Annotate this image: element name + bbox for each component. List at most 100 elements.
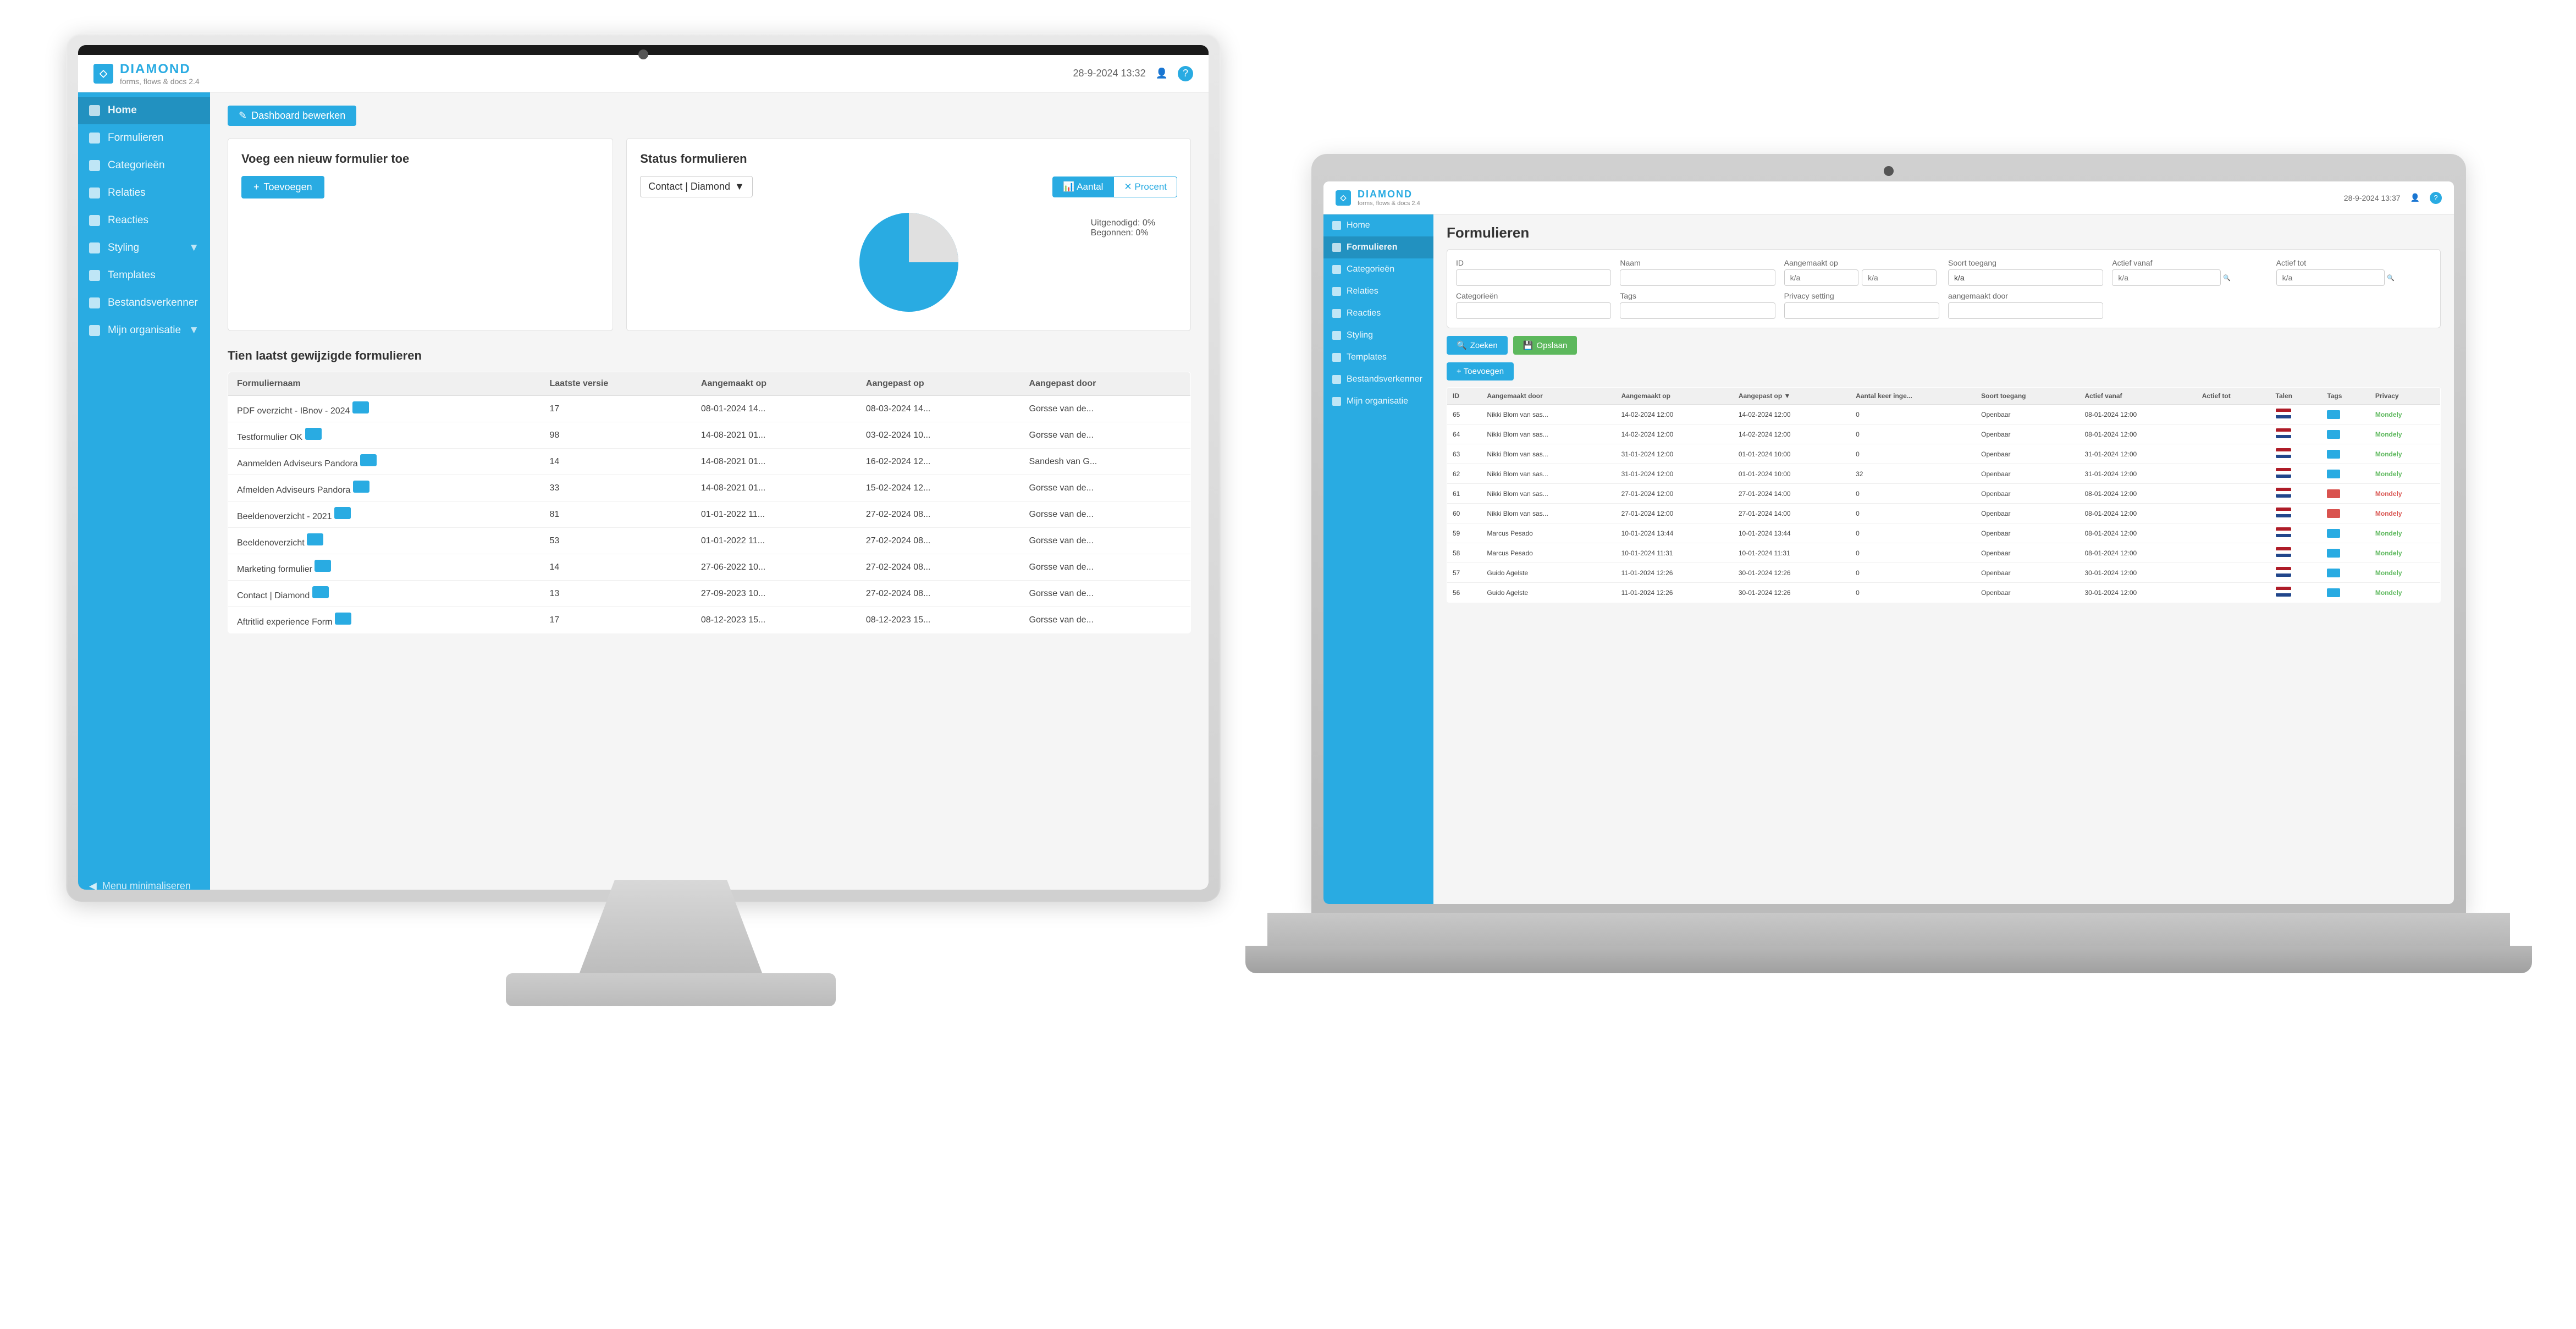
laptop-sidebar-item-home[interactable]: Home [1323,214,1433,236]
tags-edit-icon[interactable] [2327,549,2340,558]
filter-categorieen-input[interactable] [1456,302,1611,319]
tags-edit-icon[interactable] [2327,569,2340,577]
tags-edit-icon[interactable] [2327,470,2340,478]
sidebar-minimize-icon: ◀ [89,880,97,890]
edit-icon[interactable] [360,454,377,466]
tags-edit-icon-red[interactable] [2327,509,2340,518]
formulieren-add-button[interactable]: + Toevoegen [1447,362,1514,380]
tags-edit-icon-red[interactable] [2327,489,2340,498]
sidebar-item-styling[interactable]: Styling ▼ [78,234,210,262]
monitor-logo-text: DIAMOND forms, flows & docs 2.4 [120,62,200,86]
edit-icon[interactable] [315,560,331,572]
edit-icon[interactable] [352,401,369,413]
cell-keer: 0 [1850,543,1976,563]
sidebar-item-relaties[interactable]: Relaties [78,179,210,207]
col-aangepast-op[interactable]: Aangepast op ▼ [1733,388,1850,405]
dashboard-edit-label: Dashboard bewerken [251,110,345,122]
sidebar-item-categorieen[interactable]: Categorieën [78,152,210,179]
table-row: 60 Nikki Blom van sas... 27-01-2024 12:0… [1447,504,2441,523]
cell-id: 57 [1447,563,1482,583]
col-aangemaakt-op: Aangemaakt op [1616,388,1733,405]
filter-soort-select[interactable]: k/a Openbaar [1948,269,2103,286]
dropdown-value: Contact | Diamond [648,181,730,192]
flag-nl-icon [2276,508,2291,517]
laptop-sidebar-item-relaties[interactable]: Relaties [1323,280,1433,302]
sidebar-item-reacties[interactable]: Reacties [78,207,210,234]
cell-aangepast: 27-02-2024 08... [857,528,1021,554]
cell-keer: 0 [1850,484,1976,504]
tags-edit-icon[interactable] [2327,450,2340,459]
filter-actief-tot-input[interactable] [2276,269,2385,286]
filter-actief-tot-label: Actief tot [2276,258,2431,267]
filter-tags: Tags [1620,291,1775,319]
filter-aangemaakt-input-to[interactable] [1862,269,1937,286]
privacy-status: Mondely [2375,470,2402,478]
cell-tags [2321,563,2370,583]
cell-privacy: Mondely [2370,444,2441,464]
laptop-sidebar-item-categorieen[interactable]: Categorieën [1323,258,1433,280]
laptop-help-icon[interactable]: ? [2430,192,2442,204]
sidebar-item-formulieren[interactable]: Formulieren [78,124,210,152]
dashboard-edit-button[interactable]: ✎ Dashboard bewerken [228,106,356,126]
aantal-button[interactable]: 📊 Aantal [1052,177,1113,197]
chart-icon: 📊 [1063,181,1074,192]
laptop-sidebar-item-templates[interactable]: Templates [1323,346,1433,368]
laptop-sidebar-item-mijn-organisatie[interactable]: Mijn organisatie [1323,390,1433,412]
edit-icon[interactable] [334,507,351,519]
flag-nl-icon [2276,468,2291,478]
procent-button[interactable]: ✕ Procent [1113,177,1177,197]
cell-toegang: Openbaar [1976,583,2079,603]
save-icon: 💾 [1523,340,1534,350]
cell-id: 64 [1447,424,1482,444]
laptop-user-icon[interactable]: 👤 [2410,193,2420,202]
laptop-sidebar-item-reacties[interactable]: Reacties [1323,302,1433,324]
filter-actief-vanaf-input[interactable] [2112,269,2221,286]
filter-privacy-select[interactable] [1784,302,1939,319]
opslaan-button[interactable]: 💾 Opslaan [1513,336,1577,355]
filter-door-select[interactable] [1948,302,2103,319]
cell-aangepast: 27-02-2024 08... [857,554,1021,581]
laptop-sidebar-mijn-organisatie-label: Mijn organisatie [1347,396,1408,406]
filter-naam-input[interactable] [1620,269,1775,286]
filter-id-input[interactable] [1456,269,1611,286]
cell-vanaf: 08-01-2024 12:00 [2079,523,2196,543]
cell-vanaf: 08-01-2024 12:00 [2079,405,2196,424]
filter-aangemaakt-input-from[interactable] [1784,269,1859,286]
cell-tot [2197,504,2270,523]
close-icon: ✕ [1124,181,1132,192]
filter-tags-input[interactable] [1620,302,1775,319]
monitor-help-icon[interactable]: ? [1178,66,1193,81]
monitor-wrapper: ◇ DIAMOND forms, flows & docs 2.4 28-9-2… [66,33,1276,1078]
cell-vanaf: 30-01-2024 12:00 [2079,563,2196,583]
filter-naam: Naam [1620,258,1775,286]
sidebar-minimize-btn[interactable]: ◀ Menu minimaliseren [78,873,210,890]
edit-icon[interactable] [353,481,369,493]
laptop-sidebar-item-styling[interactable]: Styling [1323,324,1433,346]
laptop-sidebar-item-formulieren[interactable]: Formulieren [1323,236,1433,258]
tags-edit-icon[interactable] [2327,410,2340,419]
edit-icon[interactable] [312,586,329,598]
sidebar-item-home[interactable]: Home [78,97,210,124]
laptop-home-icon [1332,221,1341,230]
col-privacy: Privacy [2370,388,2441,405]
tags-edit-icon[interactable] [2327,430,2340,439]
tags-edit-icon[interactable] [2327,529,2340,538]
laptop-sidebar-item-bestandsverkenner[interactable]: Bestandsverkenner [1323,368,1433,390]
add-form-button[interactable]: + Toevoegen [241,176,324,198]
monitor-user-icon[interactable]: 👤 [1156,68,1168,79]
edit-icon[interactable] [305,428,322,440]
sidebar-item-mijn-organisatie[interactable]: Mijn organisatie ▼ [78,317,210,344]
flag-nl-icon [2276,587,2291,597]
contact-dropdown[interactable]: Contact | Diamond ▼ [640,176,753,197]
sidebar-item-bestandsverkenner[interactable]: Bestandsverkenner [78,289,210,317]
edit-icon[interactable] [335,613,351,625]
cell-keer: 0 [1850,563,1976,583]
tags-edit-icon[interactable] [2327,588,2340,597]
cell-versie: 13 [541,581,692,607]
zoeken-button[interactable]: 🔍 Zoeken [1447,336,1508,355]
add-form-panel: Voeg een nieuw formulier toe + Toevoegen [228,138,613,331]
sidebar-item-templates[interactable]: Templates [78,262,210,289]
cell-aangepast: 10-01-2024 13:44 [1733,523,1850,543]
edit-icon[interactable] [307,533,323,545]
laptop-relaties-icon [1332,287,1341,296]
